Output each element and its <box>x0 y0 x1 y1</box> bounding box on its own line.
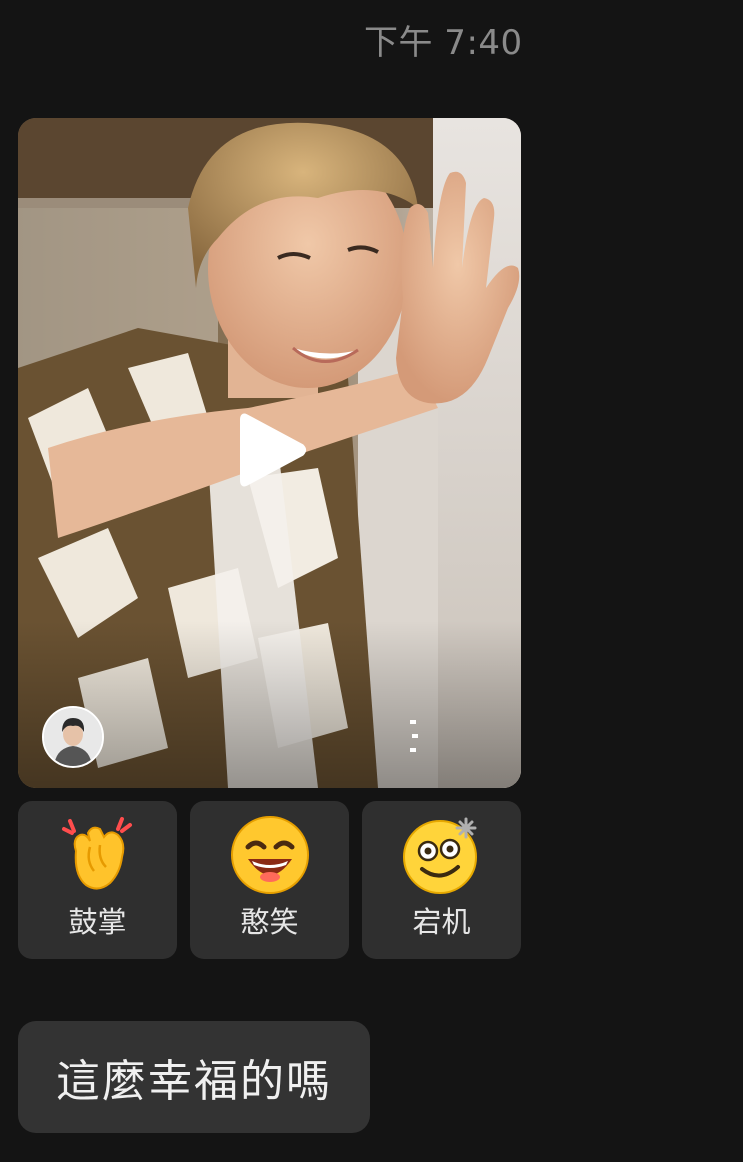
message-text: 這麼幸福的嗎 <box>56 1056 332 1107</box>
message-timestamp: 下午 7:40 <box>364 23 523 63</box>
sender-avatar[interactable] <box>42 706 104 768</box>
reaction-grin[interactable]: 憨笑 <box>190 801 349 959</box>
dizzy-face-emoji-icon <box>403 817 477 894</box>
reaction-dizzy[interactable]: 宕机 <box>362 801 521 959</box>
play-icon[interactable] <box>238 410 308 490</box>
video-message[interactable] <box>18 118 521 788</box>
user-avatar-icon <box>44 708 102 766</box>
text-message-bubble[interactable]: 這麼幸福的嗎 <box>18 1021 370 1133</box>
quick-reactions-bar: 鼓掌 憨笑 宕机 <box>18 801 521 959</box>
clapping-hands-emoji-icon <box>62 817 132 890</box>
chat-screen: 下午 7:40 鼓掌 憨笑 宕机 這麼幸福的嗎 <box>0 0 743 1162</box>
grinning-face-emoji-icon <box>231 816 309 894</box>
reaction-label: 宕机 <box>412 905 471 939</box>
reaction-clap[interactable]: 鼓掌 <box>18 801 177 959</box>
reaction-label: 憨笑 <box>240 905 299 939</box>
reaction-label: 鼓掌 <box>68 905 127 939</box>
more-dots-icon[interactable] <box>402 718 426 758</box>
